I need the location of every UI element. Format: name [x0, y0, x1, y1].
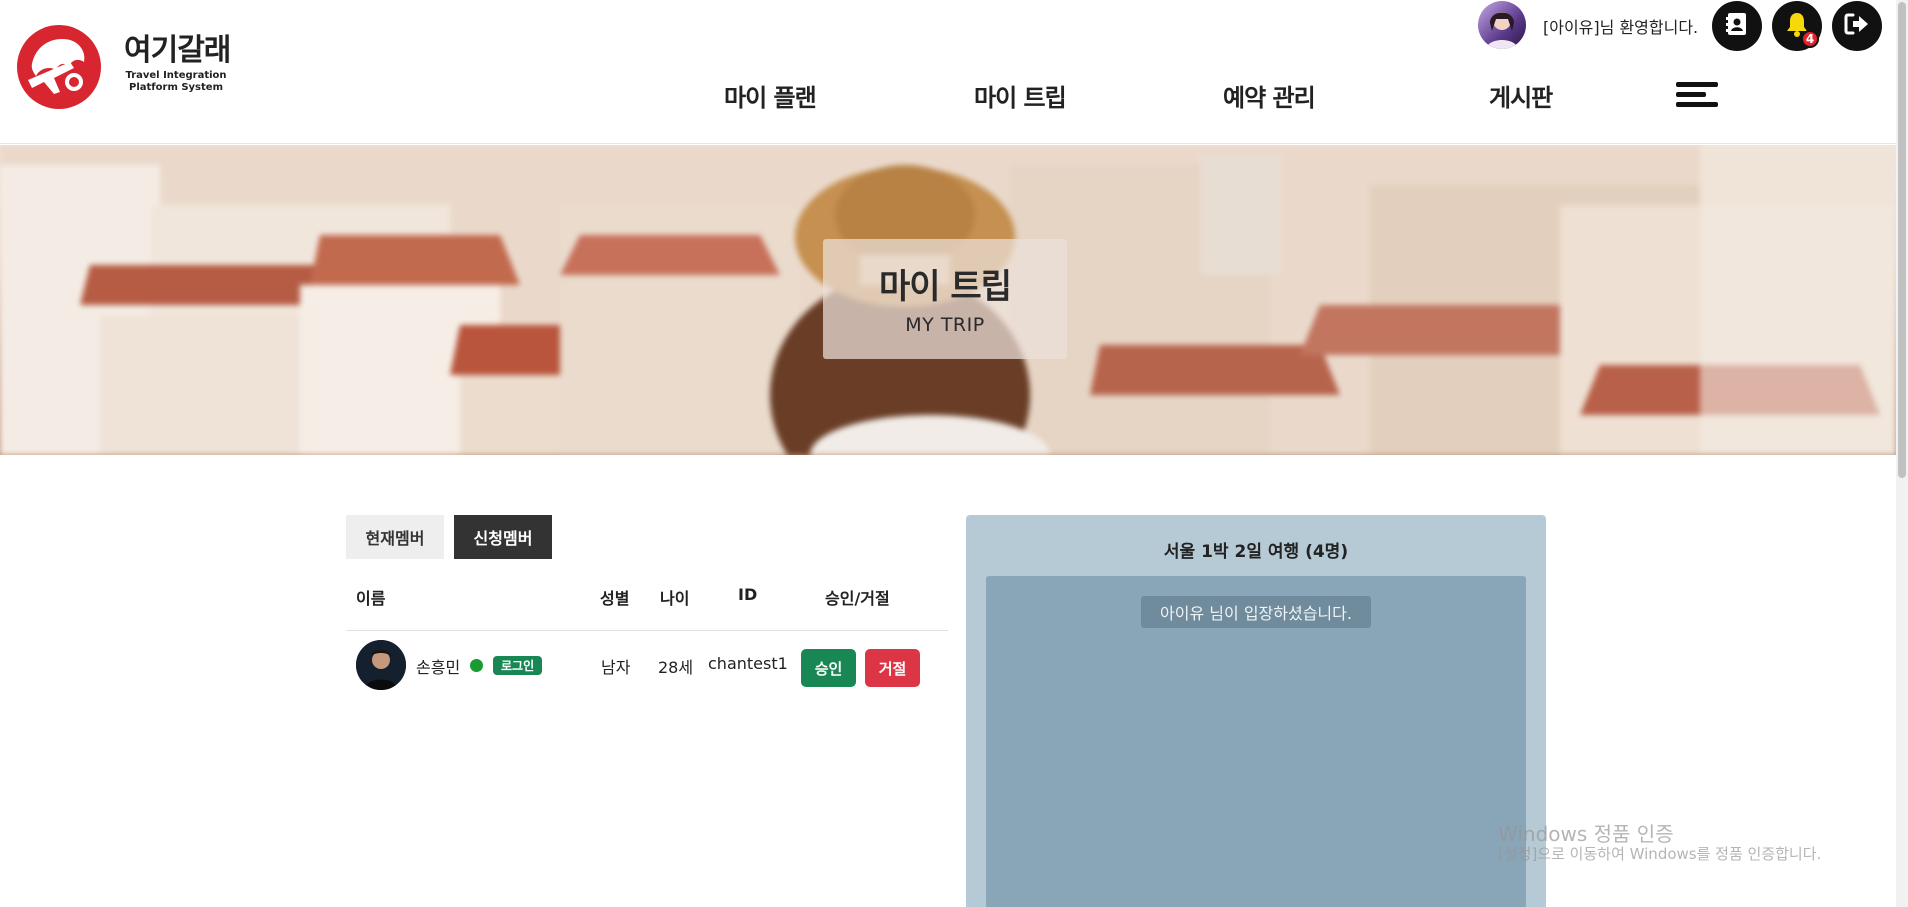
- hero-title-box: 마이 트립 MY TRIP: [823, 239, 1067, 359]
- brand-title: 여기갈래: [124, 33, 231, 68]
- nav-reservation[interactable]: 예약 관리: [1223, 78, 1316, 113]
- chat-system-notice: 아이유 님이 입장하셨습니다.: [1141, 596, 1371, 628]
- hero-subtitle: MY TRIP: [905, 314, 985, 336]
- welcome-message: [아이유]님 환영합니다.: [1543, 18, 1699, 37]
- member-name: 손흥민: [416, 658, 461, 677]
- tab-applicant-members[interactable]: 신청멤버: [454, 515, 552, 559]
- contacts-button[interactable]: [1712, 1, 1762, 51]
- member-id: chantest1: [708, 654, 788, 673]
- header-gender: 성별: [600, 589, 630, 608]
- notifications-button[interactable]: 4: [1772, 1, 1822, 51]
- chat-panel: 서울 1박 2일 여행 (4명) 아이유 님이 입장하셨습니다.: [966, 515, 1546, 907]
- main-nav: 마이 플랜 마이 트립 예약 관리 게시판: [0, 78, 1896, 112]
- tab-current-members[interactable]: 현재멤버: [346, 515, 444, 559]
- scrollbar-thumb[interactable]: [1898, 2, 1906, 478]
- member-gender: 남자: [601, 658, 631, 677]
- nav-board[interactable]: 게시판: [1489, 78, 1553, 113]
- windows-activation-text: [설정]으로 이동하여 Windows를 정품 인증합니다.: [1498, 845, 1822, 863]
- online-status-dot: [470, 659, 483, 672]
- page-scrollbar[interactable]: [1896, 0, 1908, 907]
- approve-button[interactable]: 승인: [801, 649, 856, 687]
- profile-card-icon: [1726, 12, 1748, 40]
- chat-message-area[interactable]: 아이유 님이 입장하셨습니다.: [986, 576, 1526, 907]
- hero-title: 마이 트립: [879, 267, 1012, 307]
- user-avatar[interactable]: [1478, 1, 1526, 49]
- chat-room-title: 서울 1박 2일 여행 (4명): [1163, 542, 1349, 562]
- logout-button[interactable]: [1832, 1, 1882, 51]
- header-age: 나이: [660, 589, 690, 608]
- hero-banner: 마이 트립 MY TRIP: [0, 145, 1896, 455]
- member-avatar[interactable]: [356, 640, 406, 690]
- nav-my-plan[interactable]: 마이 플랜: [724, 78, 817, 113]
- member-table-header: 이름 성별 나이 ID 승인/거절: [346, 575, 948, 631]
- notification-count-badge: 4: [1801, 30, 1819, 48]
- hamburger-icon[interactable]: [1676, 82, 1718, 108]
- reject-button[interactable]: 거절: [865, 649, 920, 687]
- header-approve-reject: 승인/거절: [825, 589, 890, 608]
- site-header: 여기갈래 Travel Integration Platform System …: [0, 0, 1896, 144]
- status-badge: 로그인: [493, 656, 543, 675]
- header-name: 이름: [356, 589, 386, 608]
- logout-icon: [1844, 12, 1870, 40]
- nav-my-trip[interactable]: 마이 트립: [974, 78, 1067, 113]
- table-row: 손흥민 로그인 남자 28세 chantest1 승인 거절: [346, 632, 948, 698]
- member-age: 28세: [658, 658, 694, 677]
- header-id: ID: [738, 585, 758, 604]
